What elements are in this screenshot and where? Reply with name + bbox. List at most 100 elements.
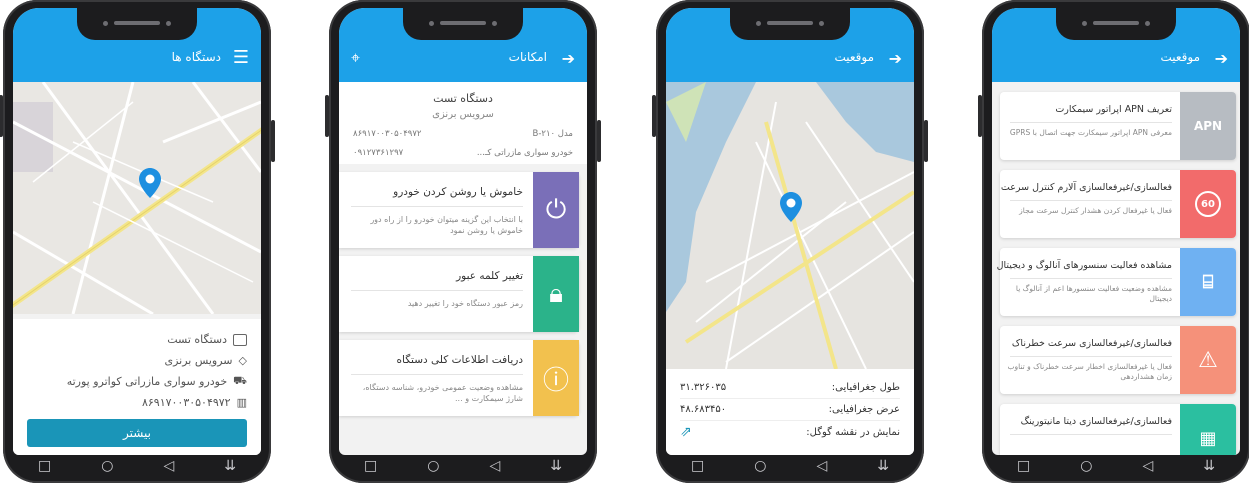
longitude-label: طول جغرافیایی: xyxy=(831,382,900,393)
google-map-row: نمایش در نقشه گوگل: ⇗ xyxy=(680,421,900,443)
model-label: مدل B-۲۱۰ xyxy=(532,129,573,139)
devices-screen: دستگاه ها ☰ دستگاه تست ◇ سرویس برنزی ⛟ خ… xyxy=(13,8,261,455)
phone-notch xyxy=(1056,6,1176,40)
barcode-icon: ▥ xyxy=(236,396,247,409)
feature-apn[interactable]: APN تعریف APN اپراتور سیمکارت معرفی APN … xyxy=(1000,92,1236,160)
feature-title: تعریف APN اپراتور سیمکارت xyxy=(1055,104,1172,115)
service-row: ◇ سرویس برنزی xyxy=(27,350,247,371)
home-icon[interactable]: ○ xyxy=(1080,458,1092,474)
recents-icon[interactable]: □ xyxy=(38,458,51,474)
open-external-icon[interactable]: ⇗ xyxy=(680,424,692,440)
phone-notch xyxy=(403,6,523,40)
feature-title: خاموش یا روشن کردن خودرو xyxy=(393,186,523,198)
hamburger-icon[interactable]: ☰ xyxy=(233,47,249,68)
feature-dangerous-speed[interactable]: ⚠︎ فعالسازی/غیرفعالسازی سرعت خطرناک فعال… xyxy=(1000,326,1236,394)
warning-icon: ⚠︎ xyxy=(1180,326,1236,394)
longitude-value: ۳۱.۳۲۶۰۳۵ xyxy=(680,382,727,393)
phone-notch xyxy=(77,6,197,40)
recents-icon[interactable]: □ xyxy=(364,458,377,474)
google-map-label: نمایش در نقشه گوگل: xyxy=(806,426,900,438)
back-icon[interactable]: ◁ xyxy=(489,458,500,474)
phone-settings: موقعیت ➔ APN تعریف APN اپراتور سیمکارت م… xyxy=(978,0,1249,483)
android-navbar: □ ○ ◁ ⇊ xyxy=(992,455,1240,477)
notifications-icon[interactable]: ⇊ xyxy=(877,458,889,474)
device-info-row-1: مدل B-۲۱۰ ۸۶۹۱۷۰۰۳۰۵۰۴۹۷۲ xyxy=(347,129,579,139)
back-icon[interactable]: ◁ xyxy=(163,458,174,474)
feature-title: فعالسازی/غیرفعالسازی سرعت خطرناک xyxy=(1011,338,1172,349)
car-icon: ⛟ xyxy=(233,374,247,387)
feature-power[interactable]: ⏻ خاموش یا روشن کردن خودرو با انتخاب این… xyxy=(339,172,579,248)
feature-desc: مشاهده وضعیت عمومی خودرو، شناسه دستگاه، … xyxy=(362,383,523,403)
device-name: دستگاه تست xyxy=(167,333,227,346)
notifications-icon[interactable]: ⇊ xyxy=(550,458,562,474)
feature-desc: فعال یا غیرفعال کردن هشدار کنترل سرعت مج… xyxy=(1019,206,1172,215)
imei-value: ۸۶۹۱۷۰۰۳۰۵۰۴۹۷۲ xyxy=(353,129,422,139)
longitude-row: طول جغرافیایی: ۳۱.۳۲۶۰۳۵ xyxy=(680,377,900,399)
recents-icon[interactable]: □ xyxy=(691,458,704,474)
service-label: سرویس برنزی xyxy=(164,354,233,367)
sim-number: ۰۹۱۲۷۳۶۱۲۹۷ xyxy=(353,148,404,158)
home-icon[interactable]: ○ xyxy=(101,458,113,474)
more-button[interactable]: بیشتر xyxy=(27,419,247,447)
feature-title: تغییر کلمه عبور xyxy=(456,270,523,282)
recents-icon[interactable]: □ xyxy=(1017,458,1030,474)
back-arrow-icon[interactable]: ➔ xyxy=(562,49,575,68)
location-marker-icon[interactable]: ⌖ xyxy=(351,48,360,68)
home-icon[interactable]: ○ xyxy=(754,458,766,474)
sensor-icon: ⌸ xyxy=(1180,248,1236,316)
device-map[interactable] xyxy=(13,82,261,314)
phone-devices: دستگاه ها ☰ دستگاه تست ◇ سرویس برنزی ⛟ خ… xyxy=(0,0,275,483)
coordinates-panel: طول جغرافیایی: ۳۱.۳۲۶۰۳۵ عرض جغرافیایی: … xyxy=(666,369,914,455)
vehicle-label: خودرو سواری مازراتی کواترو پورته xyxy=(66,375,228,388)
feature-desc: رمز عبور دستگاه خود را تغییر دهید xyxy=(407,299,523,308)
android-navbar: □ ○ ◁ ⇊ xyxy=(339,455,587,477)
feature-title: فعالسازی/غیرفعالسازی دیتا مانیتورینگ xyxy=(1020,416,1172,427)
info-icon: ⓘ xyxy=(533,340,579,416)
device-card: دستگاه تست ◇ سرویس برنزی ⛟ خودرو سواری ماز… xyxy=(13,319,261,455)
vehicle-row: ⛟ خودرو سواری مازراتی کواترو پورته xyxy=(27,371,247,392)
apn-icon: APN xyxy=(1180,92,1236,160)
feature-speed-alarm[interactable]: 60 فعالسازی/غیرفعالسازی آلارم کنترل سرعت… xyxy=(1000,170,1236,238)
feature-sensors[interactable]: ⌸ مشاهده فعالیت سنسورهای آنالوگ و دیجیتا… xyxy=(996,248,1236,316)
latitude-label: عرض جغرافیایی: xyxy=(828,404,900,415)
device-header: دستگاه تست سرویس برنزی مدل B-۲۱۰ ۸۶۹۱۷۰۰… xyxy=(339,82,587,164)
feature-desc: معرفی APN اپراتور سیمکارت جهت اتصال با G… xyxy=(1009,128,1172,137)
feature-change-password[interactable]: 🔒︎ تغییر کلمه عبور رمز عبور دستگاه خود ر… xyxy=(339,256,579,332)
back-icon[interactable]: ◁ xyxy=(1142,458,1153,474)
screenshot-stage: دستگاه ها ☰ دستگاه تست ◇ سرویس برنزی ⛟ خ… xyxy=(0,0,1249,483)
phone-features: امکانات ➔ ⌖ دستگاه تست سرویس برنزی مدل B… xyxy=(325,0,601,483)
feature-desc: فعال یا غیرفعالسازی اخطار سرعت خطرناک و … xyxy=(1007,362,1172,381)
page-title: امکانات xyxy=(508,50,547,64)
feature-device-info[interactable]: ⓘ دریافت اطلاعات کلی دستگاه مشاهده وضعیت… xyxy=(339,340,579,416)
location-screen: موقعیت ➔ طول جغرافیایی: ۳۱.۳۲۶۰۳۵ عرض جغ… xyxy=(666,8,914,455)
speed-limit-icon: 60 xyxy=(1180,170,1236,238)
phone-notch xyxy=(730,6,850,40)
location-pin-icon[interactable] xyxy=(780,192,802,222)
feature-data-monitoring[interactable]: ▦ فعالسازی/غیرفعالسازی دیتا مانیتورینگ xyxy=(1000,404,1236,455)
page-title: موقعیت xyxy=(834,50,874,64)
device-info-row-2: خودرو سواری مازراتی کـ... ۰۹۱۲۷۳۶۱۲۹۷ xyxy=(347,148,579,158)
feature-title: فعالسازی/غیرفعالسازی آلارم کنترل سرعت xyxy=(1000,182,1172,193)
device-name: دستگاه تست xyxy=(433,92,493,105)
imei-value: ۸۶۹۱۷۰۰۳۰۵۰۴۹۷۲ xyxy=(141,396,231,409)
latitude-value: ۴۸.۶۸۳۴۵۰ xyxy=(680,404,727,415)
location-pin-icon[interactable] xyxy=(139,168,161,198)
diamond-icon: ◇ xyxy=(238,354,247,367)
feature-title: دریافت اطلاعات کلی دستگاه xyxy=(396,354,523,366)
notifications-icon[interactable]: ⇊ xyxy=(1203,458,1215,474)
vehicle-label: خودرو سواری مازراتی کـ... xyxy=(476,148,573,158)
back-icon[interactable]: ◁ xyxy=(816,458,827,474)
lock-icon: 🔒︎ xyxy=(533,256,579,332)
notifications-icon[interactable]: ⇊ xyxy=(224,458,236,474)
feature-title: مشاهده فعالیت سنسورهای آنالوگ و دیجیتال xyxy=(996,260,1172,271)
back-arrow-icon[interactable]: ➔ xyxy=(1215,49,1228,68)
monitor-icon: ▦ xyxy=(1180,404,1236,455)
imei-row: ▥ ۸۶۹۱۷۰۰۳۰۵۰۴۹۷۲ xyxy=(27,392,247,413)
android-navbar: □ ○ ◁ ⇊ xyxy=(666,455,914,477)
home-icon[interactable]: ○ xyxy=(427,458,439,474)
features-screen: امکانات ➔ ⌖ دستگاه تست سرویس برنزی مدل B… xyxy=(339,8,587,455)
settings-screen: موقعیت ➔ APN تعریف APN اپراتور سیمکارت م… xyxy=(992,8,1240,455)
feature-desc: مشاهده وضعیت فعالیت سنسورها اعم از آنالو… xyxy=(1015,284,1172,303)
location-map[interactable] xyxy=(666,82,914,369)
back-arrow-icon[interactable]: ➔ xyxy=(889,49,902,68)
